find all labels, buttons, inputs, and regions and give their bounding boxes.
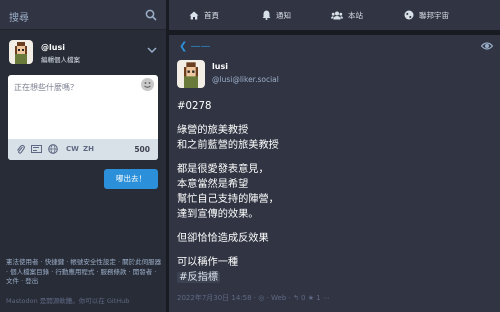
nav-home-label: 首頁 <box>204 10 219 20</box>
language-selector[interactable]: ZH <box>83 145 94 153</box>
bell-icon <box>262 10 271 20</box>
compose-toolbar: CW ZH 500 <box>8 139 158 160</box>
status-detail: ❮ —— lusi @lusi@liker.social #0278 綠營的旅美… <box>169 35 500 312</box>
character-counter: 500 <box>134 145 150 154</box>
left-column: 搜尋 @lusi 編輯個人檔案 正在想些什麼嗎？ CW ZH 500 嘟出去！ … <box>0 0 166 312</box>
search-bar[interactable]: 搜尋 <box>0 0 166 30</box>
nav-federated-label: 聯邦宇宙 <box>419 10 449 20</box>
avatar[interactable] <box>9 40 33 64</box>
attach-icon[interactable] <box>16 144 25 155</box>
eye-icon[interactable] <box>481 41 493 51</box>
users-icon <box>331 11 343 19</box>
edit-profile-link[interactable]: 編輯個人檔案 <box>41 54 80 64</box>
search-icon[interactable] <box>145 9 157 21</box>
chevron-down-icon[interactable] <box>147 46 157 54</box>
status-paragraph: 都是很愛發表意見， 本意當然是希望 幫忙自己支持的陣營， 達到宣傳的效果。 <box>177 164 279 220</box>
nav-local[interactable]: 本站 <box>331 0 363 30</box>
globe-icon[interactable] <box>48 144 58 154</box>
status-paragraph: 但卻恰恰造成反效果 <box>177 233 269 244</box>
home-icon <box>189 11 199 19</box>
toot-button[interactable]: 嘟出去！ <box>104 169 158 189</box>
status-display-name[interactable]: lusi <box>212 62 228 71</box>
status-account[interactable]: @lusi@liker.social <box>212 75 279 84</box>
footer-source-note: Mastodon 是開源軟體。你可以在 GitHub <box>6 297 130 305</box>
search-input[interactable]: 搜尋 <box>9 9 29 24</box>
nav-notifications[interactable]: 通知 <box>262 0 291 30</box>
nav-notifications-label: 通知 <box>276 10 291 20</box>
account-handle: @lusi <box>41 43 65 52</box>
poll-icon[interactable] <box>31 145 42 153</box>
status-content: #0278 綠營的旅美教授 和之前藍營的旅美教授 都是很愛發表意見， 本意當然是… <box>177 99 492 285</box>
status-paragraph: #0278 <box>177 101 212 112</box>
globe-icon <box>404 10 414 20</box>
nav-federated[interactable]: 聯邦宇宙 <box>404 0 449 30</box>
status-avatar[interactable] <box>177 60 205 88</box>
emoji-picker-icon[interactable] <box>141 78 154 91</box>
account-header: @lusi 編輯個人檔案 <box>9 40 159 70</box>
footer-links[interactable]: 憲法使用者 · 快捷鍵 · 帳號安全性設定 · 關於此伺服器 · 個人檔案目錄 … <box>6 258 162 287</box>
nav-home[interactable]: 首頁 <box>189 0 219 30</box>
status-paragraph: 可以稱作一種 <box>177 257 239 268</box>
compose-textarea[interactable]: 正在想些什麼嗎？ <box>14 82 78 93</box>
content-warning-toggle[interactable]: CW <box>66 145 79 153</box>
back-button[interactable]: ❮ —— <box>179 41 211 52</box>
hashtag-link[interactable]: #反指標 <box>177 272 221 283</box>
top-navbar: 首頁 通知 本站 聯邦宇宙 <box>169 0 500 30</box>
nav-local-label: 本站 <box>348 10 363 20</box>
status-meta[interactable]: 2022年7月30日 14:58 · ◎ · Web · ↰ 0 ★ 1 ⋯ <box>177 293 330 303</box>
status-paragraph: 綠營的旅美教授 和之前藍營的旅美教授 <box>177 125 279 151</box>
